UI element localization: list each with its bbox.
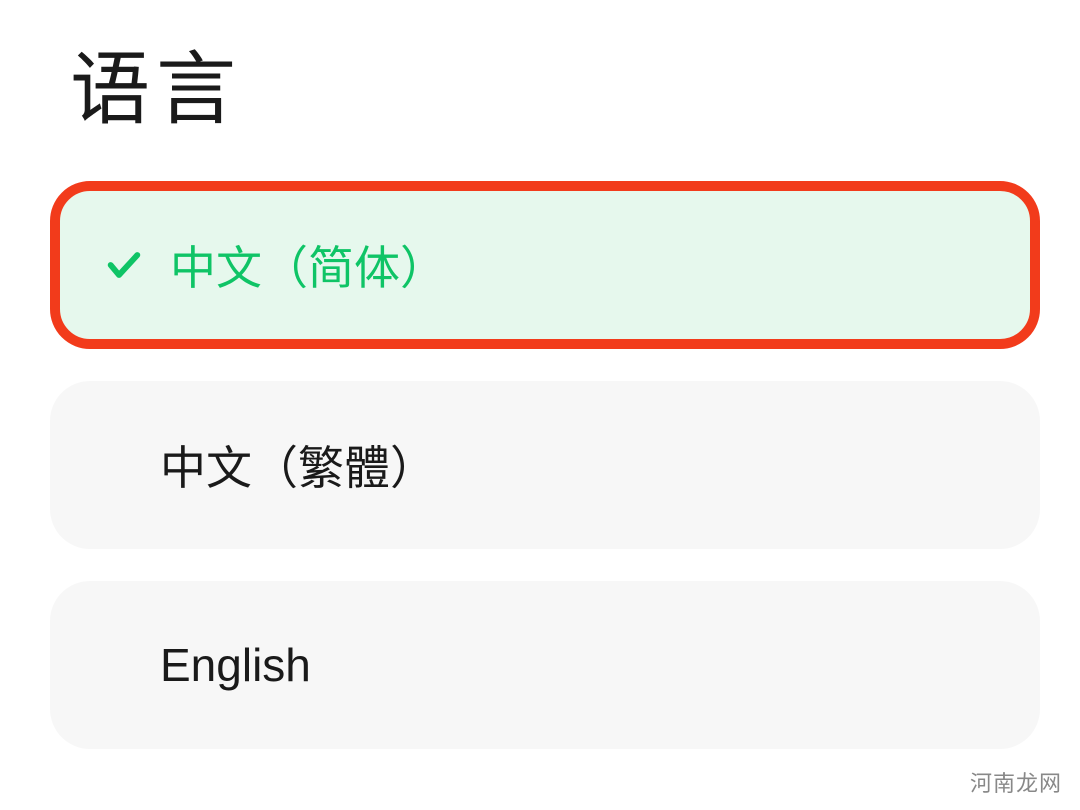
check-icon xyxy=(104,245,144,285)
option-label: 中文（简体） xyxy=(170,232,446,298)
language-option-list: 中文（简体） 中文（繁體） English xyxy=(50,181,1040,749)
language-option-english[interactable]: English xyxy=(50,581,1040,749)
language-option-simplified-chinese[interactable]: 中文（简体） xyxy=(50,181,1040,349)
watermark-text: 河南龙网 xyxy=(970,766,1062,798)
option-label: 中文（繁體） xyxy=(160,432,436,498)
page-title: 语言 xyxy=(70,25,1040,141)
option-label: English xyxy=(160,638,311,692)
language-option-traditional-chinese[interactable]: 中文（繁體） xyxy=(50,381,1040,549)
